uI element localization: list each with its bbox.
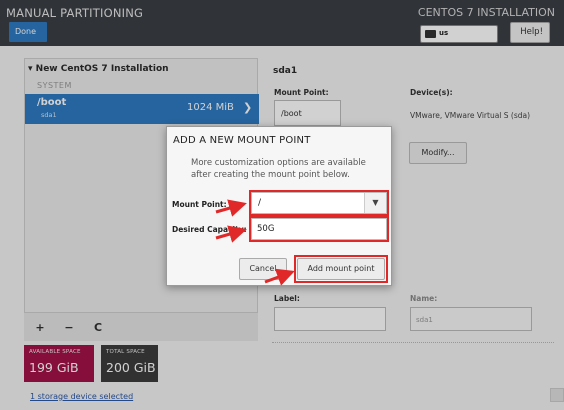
annotation-arrow-capacity [215,225,247,243]
annotation-arrows [215,199,295,286]
installer-screen: MANUAL PARTITIONING Done CENTOS 7 INSTAL… [0,0,564,410]
annotation-arrow-add-button [264,268,295,286]
annotation-arrow-mount-point [215,199,247,217]
